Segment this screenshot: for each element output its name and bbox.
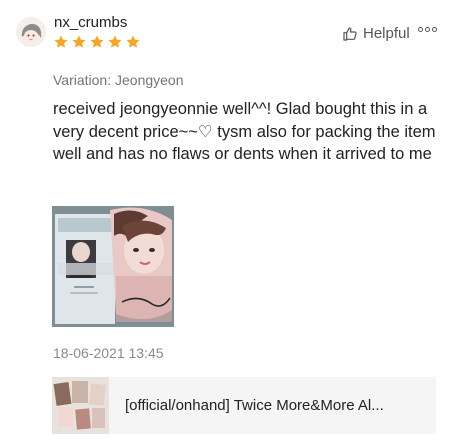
review-timestamp: 18-06-2021 13:45 bbox=[53, 345, 164, 361]
more-dot bbox=[432, 27, 437, 32]
reviewer-username: nx_crumbs bbox=[54, 14, 128, 31]
star-rating bbox=[53, 34, 141, 50]
more-dot bbox=[425, 27, 430, 32]
avatar[interactable] bbox=[16, 17, 46, 47]
star-icon bbox=[72, 35, 86, 48]
star-icon bbox=[90, 35, 104, 48]
star-icon bbox=[126, 35, 140, 48]
review-photo-image bbox=[52, 206, 174, 327]
star-icon bbox=[108, 35, 122, 48]
product-thumbnail-image bbox=[52, 377, 109, 434]
star-icon bbox=[54, 35, 68, 48]
more-dot bbox=[418, 27, 423, 32]
avatar-image bbox=[16, 17, 46, 47]
product-card[interactable]: [official/onhand] Twice More&More Al... bbox=[52, 377, 436, 434]
helpful-label: Helpful bbox=[363, 25, 410, 42]
thumbs-up-icon bbox=[343, 26, 357, 41]
helpful-button[interactable]: Helpful bbox=[342, 25, 410, 42]
review-text: received jeongyeonnie well^^! Glad bough… bbox=[53, 100, 436, 163]
product-thumbnail bbox=[52, 377, 109, 434]
product-title: [official/onhand] Twice More&More Al... bbox=[125, 397, 384, 414]
variation-label: Variation: Jeongyeon bbox=[53, 72, 184, 88]
review-photo[interactable] bbox=[52, 206, 174, 327]
more-options-icon[interactable] bbox=[418, 27, 437, 32]
